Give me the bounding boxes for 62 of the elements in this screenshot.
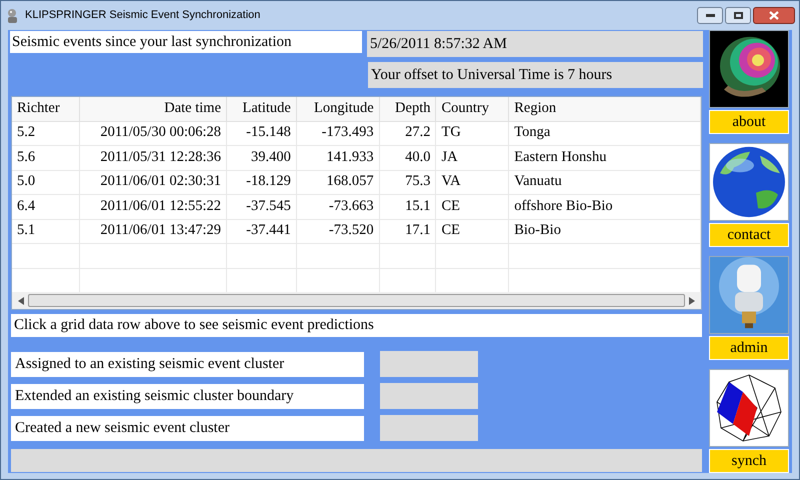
table-cell: 141.933 — [296, 146, 380, 170]
table-cell: Eastern Honshu — [508, 146, 700, 170]
horizontal-scrollbar[interactable] — [12, 292, 701, 309]
column-header[interactable]: Longitude — [296, 97, 380, 121]
scroll-right-icon[interactable] — [689, 296, 695, 304]
column-header[interactable]: Date time — [80, 97, 227, 121]
table-cell: 2011/05/30 00:06:28 — [80, 121, 227, 146]
column-header[interactable]: Latitude — [226, 97, 296, 121]
table-cell: -73.520 — [296, 219, 380, 244]
table-cell: 2011/06/01 12:55:22 — [80, 194, 227, 219]
table-cell: TG — [436, 121, 509, 146]
table-cell: Tonga — [508, 121, 700, 146]
offset-field: Your offset to Universal Time is 7 hours — [368, 62, 703, 88]
table-cell: 5.0 — [12, 170, 80, 194]
close-icon — [769, 11, 779, 20]
minimize-button[interactable] — [697, 7, 723, 24]
table-cell: 15.1 — [379, 194, 436, 219]
table-cell: offshore Bio-Bio — [508, 194, 700, 219]
nav-button[interactable]: synch — [709, 449, 789, 473]
table-cell: Bio-Bio — [508, 219, 700, 244]
table-cell: -37.545 — [226, 194, 296, 219]
nav-button[interactable]: admin — [709, 336, 789, 360]
table-cell: -73.663 — [296, 194, 380, 219]
close-button[interactable] — [753, 7, 795, 24]
table-cell: JA — [436, 146, 509, 170]
timestamp-field: 5/26/2011 8:57:32 AM — [367, 31, 703, 57]
column-header[interactable]: Depth — [379, 97, 436, 121]
table-cell: 2011/06/01 13:47:29 — [80, 219, 227, 244]
table-cell: 2011/06/01 02:30:31 — [80, 170, 227, 194]
table-cell: 27.2 — [379, 121, 436, 146]
scroll-left-icon[interactable] — [18, 296, 24, 304]
table-cell: -18.129 — [226, 170, 296, 194]
scrollbar-thumb[interactable] — [28, 294, 685, 307]
nav-button[interactable]: about — [709, 110, 789, 134]
table-cell: 40.0 — [379, 146, 436, 170]
cluster-label: Extended an existing seismic cluster boundary — [11, 384, 364, 408]
cluster-label: Assigned to an existing seismic event cluster — [11, 352, 364, 376]
table-cell: 75.3 — [379, 170, 436, 194]
table-cell: 17.1 — [379, 219, 436, 244]
table-cell: CE — [436, 194, 509, 219]
column-header[interactable]: Richter — [12, 97, 80, 121]
table-cell: 39.400 — [226, 146, 296, 170]
table-cell: -173.493 — [296, 121, 380, 146]
table-cell: 5.1 — [12, 219, 80, 244]
hint-label: Click a grid data row above to see seismic event predictions — [11, 314, 702, 337]
heading-label: Seismic events since your last synchronization — [10, 31, 362, 53]
table-cell: -15.148 — [226, 121, 296, 146]
table-cell: 6.4 — [12, 194, 80, 219]
cluster-label: Created a new seismic event cluster — [11, 416, 364, 440]
maximize-button[interactable] — [725, 7, 751, 24]
table-cell: 168.057 — [296, 170, 380, 194]
table-cell: -37.441 — [226, 219, 296, 244]
table-cell: Vanuatu — [508, 170, 700, 194]
table-cell: 5.2 — [12, 121, 80, 146]
column-header[interactable]: Region — [508, 97, 700, 121]
table-cell: CE — [436, 219, 509, 244]
table-cell: 2011/05/31 12:28:36 — [80, 146, 227, 170]
window-title: KLIPSPRINGER Seismic Event Synchronization — [25, 8, 260, 24]
nav-button[interactable]: contact — [709, 223, 789, 247]
table-cell: VA — [436, 170, 509, 194]
table-cell: 5.6 — [12, 146, 80, 170]
column-header[interactable]: Country — [436, 97, 509, 121]
